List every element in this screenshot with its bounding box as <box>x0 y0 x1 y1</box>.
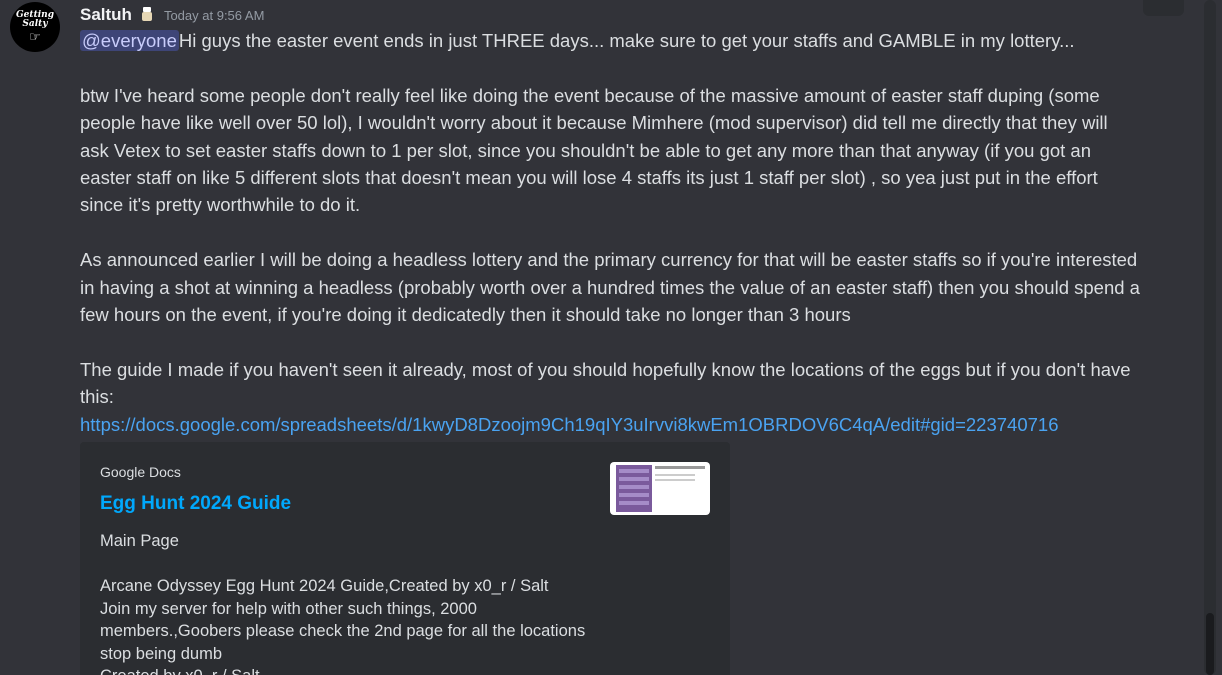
embed-thumbnail[interactable] <box>610 462 710 515</box>
embed-desc-line: stop being dumb <box>100 644 223 663</box>
link-embed: Google Docs Egg Hunt 2024 Guide Main Pag… <box>80 442 730 675</box>
embed-desc-line: Main Page <box>100 532 179 550</box>
paragraph-1-text: Hi guys the easter event ends in just TH… <box>178 30 1075 51</box>
paragraph-1: @everyone Hi guys the easter event ends i… <box>80 27 1140 54</box>
embed-description: Main Page Arcane Odyssey Egg Hunt 2024 G… <box>100 530 600 675</box>
spreadsheet-link[interactable]: https://docs.google.com/spreadsheets/d/1… <box>80 414 1058 435</box>
embed-desc-line: Arcane Odyssey Egg Hunt 2024 Guide,Creat… <box>100 577 549 595</box>
username[interactable]: Saltuh <box>80 5 132 25</box>
chef-badge-icon[interactable] <box>140 7 154 23</box>
message-actions-button[interactable] <box>1143 0 1184 16</box>
paragraph-4: The guide I made if you haven't seen it … <box>80 358 1131 408</box>
timestamp[interactable]: Today at 9:56 AM <box>164 8 264 23</box>
embed-provider: Google Docs <box>100 464 181 480</box>
embed-title[interactable]: Egg Hunt 2024 Guide <box>100 493 291 515</box>
avatar-text-line2: Salty <box>22 18 48 29</box>
chat-view: Getting Salty ☞ Saltuh Today at 9:56 AM … <box>0 0 1222 675</box>
paragraph-2: btw I've heard some people don't really … <box>80 84 1108 216</box>
scrollbar-thumb[interactable] <box>1206 613 1214 675</box>
embed-desc-line: members.,Goobers please check the 2nd pa… <box>100 622 586 640</box>
scrollbar-track[interactable] <box>1204 0 1216 675</box>
stick-figure-icon: ☞ <box>29 28 41 44</box>
message-header: Saltuh Today at 9:56 AM <box>80 4 264 26</box>
mention-everyone[interactable]: @everyone <box>80 30 179 51</box>
message-content: @everyone Hi guys the easter event ends i… <box>80 27 1140 438</box>
paragraph-3: As announced earlier I will be doing a h… <box>80 249 1140 326</box>
embed-desc-line: Join my server for help with other such … <box>100 599 477 618</box>
avatar[interactable]: Getting Salty ☞ <box>10 2 60 52</box>
embed-desc-line: Created by x0_r / Salt <box>100 665 600 675</box>
